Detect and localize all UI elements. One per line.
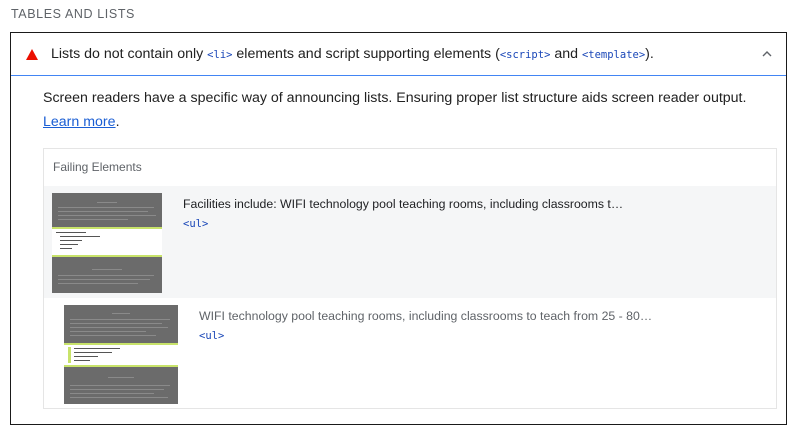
snippet-node-code[interactable]: <ul> [199,330,224,342]
audit-title-text-and: and [550,46,582,62]
section-title: TABLES AND LISTS [11,7,135,21]
failing-elements-header: Failing Elements [53,160,142,174]
audit-title: Lists do not contain only <li> elements … [51,46,654,62]
snippet-node-code[interactable]: <ul> [183,218,208,230]
description-text: Screen readers have a specific way of an… [43,90,747,106]
element-screenshot-thumbnail [64,305,178,404]
audit-header[interactable]: Lists do not contain only <li> elements … [11,33,786,76]
audit-title-code-template: <template> [581,49,646,61]
audit-title-text-end: ). [645,46,654,62]
snippet-text: Facilities include: WIFI technology pool… [183,197,624,211]
audit-title-code-script: <script> [499,49,551,61]
failing-element-row: Facilities include: WIFI technology pool… [44,186,776,298]
audit-description: Screen readers have a specific way of an… [43,86,783,134]
element-screenshot-thumbnail [52,193,162,293]
audit-panel: Lists do not contain only <li> elements … [10,32,787,425]
failing-element-row: WIFI technology pool teaching rooms, inc… [44,298,776,408]
snippet-text: WIFI technology pool teaching rooms, inc… [199,309,653,323]
audit-title-code-li: <li> [207,49,233,61]
failing-elements-table: Failing Elements Facilities include: WIF… [43,148,777,409]
audit-title-text-mid: elements and script supporting elements … [232,46,500,62]
learn-more-link[interactable]: Learn more [43,114,116,130]
description-end: . [115,114,120,130]
audit-title-text-start: Lists do not contain only [51,46,208,62]
fail-triangle-icon [26,49,38,60]
chevron-up-icon[interactable] [760,47,774,61]
